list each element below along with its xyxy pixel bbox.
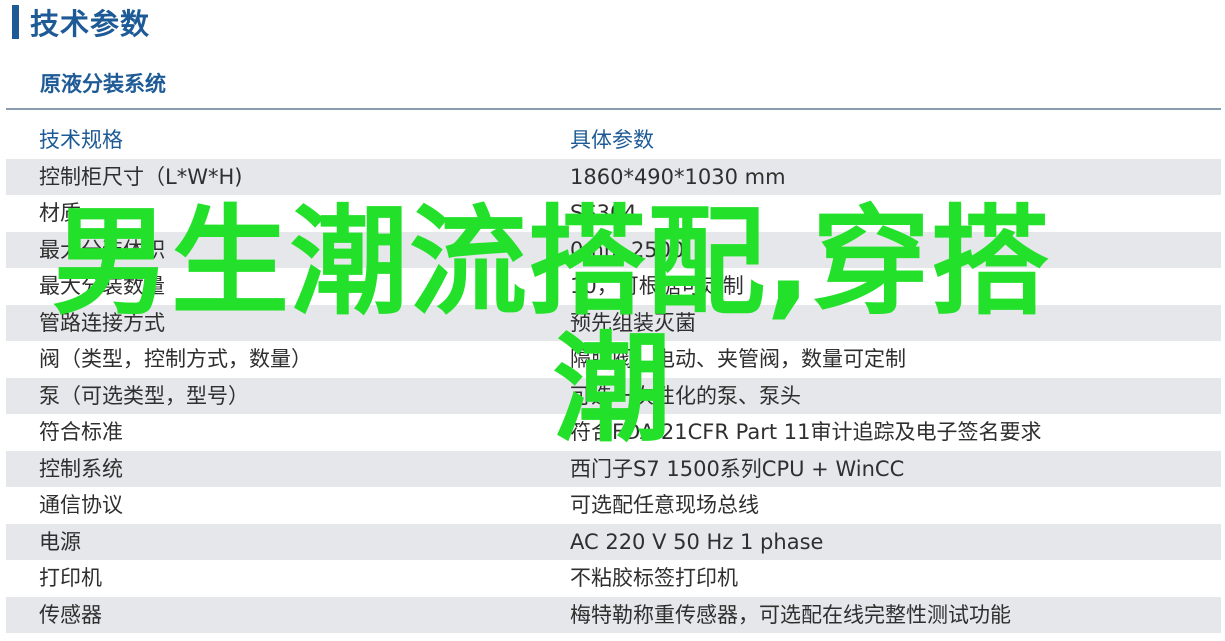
spec-value: 预先组装灭菌 bbox=[570, 310, 696, 335]
spec-value: 不粘胶标签打印机 bbox=[570, 566, 738, 590]
spec-parameter: 阀（类型，控制方式，数量） bbox=[39, 347, 312, 371]
spec-value: 可选一次性化的泵、泵头 bbox=[570, 383, 801, 408]
spec-value: 梅特勒称重传感器，可选配在线完整性测试功能 bbox=[570, 602, 1011, 627]
spec-parameter: 控制柜尺寸（L*W*H) bbox=[39, 164, 243, 189]
table-row: 传感器 梅特勒称重传感器，可选配在线完整性测试功能 bbox=[6, 596, 1221, 633]
table-row: 打印机 不粘胶标签打印机 bbox=[6, 560, 1221, 597]
heading-accent-bar bbox=[12, 5, 19, 39]
table-row: 控制系统 西门子S7 1500系列CPU + WinCC bbox=[6, 450, 1221, 487]
table-row: 控制柜尺寸（L*W*H) 1860*490*1030 mm bbox=[6, 158, 1221, 195]
spec-value: 符合FDA 21CFR Part 11审计追踪及电子签名要求 bbox=[570, 420, 1042, 444]
spec-value: SS304 bbox=[570, 201, 637, 225]
spec-sheet: 技术参数 原液分装系统 技术规格 具体参数 控制柜尺寸（L*W*H) 1860*4… bbox=[0, 0, 1225, 641]
header-parameter: 技术规格 bbox=[39, 128, 123, 152]
divider bbox=[6, 108, 1221, 110]
spec-parameter: 泵（可选类型，型号） bbox=[39, 383, 249, 408]
spec-parameter: 管路连接方式 bbox=[39, 310, 165, 335]
spec-value: 0mm 2500 bbox=[570, 237, 685, 262]
table-row: 管路连接方式 预先组装灭菌 bbox=[6, 304, 1221, 341]
spec-value: 西门子S7 1500系列CPU + WinCC bbox=[570, 456, 905, 481]
spec-table: 技术规格 具体参数 控制柜尺寸（L*W*H) 1860*490*1030 mm 材质… bbox=[6, 122, 1221, 633]
table-row: 泵（可选类型，型号） 可选一次性化的泵、泵头 bbox=[6, 377, 1221, 414]
spec-parameter: 电源 bbox=[39, 529, 81, 554]
table-row: 电源 AC 220 V 50 Hz 1 phase bbox=[6, 523, 1221, 560]
table-row: 最大分装体积 0mm 2500 bbox=[6, 231, 1221, 268]
table-row: 材质 SS304 bbox=[6, 195, 1221, 232]
spec-parameter: 控制系统 bbox=[39, 456, 123, 481]
table-row: 最大分装数量 10，可根据可定制 bbox=[6, 268, 1221, 305]
spec-parameter: 通信协议 bbox=[39, 493, 123, 517]
spec-parameter: 材质 bbox=[39, 201, 81, 225]
spec-value: AC 220 V 50 Hz 1 phase bbox=[570, 529, 824, 554]
section-heading: 技术参数 bbox=[12, 2, 150, 42]
spec-value: 10，可根据可定制 bbox=[570, 274, 744, 298]
spec-value: 可选配任意现场总线 bbox=[570, 493, 759, 517]
spec-parameter: 传感器 bbox=[39, 602, 102, 627]
table-header-row: 技术规格 具体参数 bbox=[6, 122, 1221, 159]
section-title: 技术参数 bbox=[30, 7, 151, 41]
spec-value: 隔膜阀、电动、夹管阀，数量可定制 bbox=[570, 347, 906, 371]
spec-parameter: 符合标准 bbox=[39, 420, 123, 444]
header-value: 具体参数 bbox=[570, 128, 654, 152]
spec-parameter: 最大分装数量 bbox=[39, 274, 165, 298]
spec-parameter: 打印机 bbox=[39, 566, 102, 590]
table-row: 通信协议 可选配任意现场总线 bbox=[6, 487, 1221, 524]
spec-value: 1860*490*1030 mm bbox=[570, 164, 786, 189]
table-row: 符合标准 符合FDA 21CFR Part 11审计追踪及电子签名要求 bbox=[6, 414, 1221, 451]
subsection-title: 原液分装系统 bbox=[40, 72, 166, 96]
spec-parameter: 最大分装体积 bbox=[39, 237, 165, 262]
table-row: 阀（类型，控制方式，数量） 隔膜阀、电动、夹管阀，数量可定制 bbox=[6, 341, 1221, 378]
